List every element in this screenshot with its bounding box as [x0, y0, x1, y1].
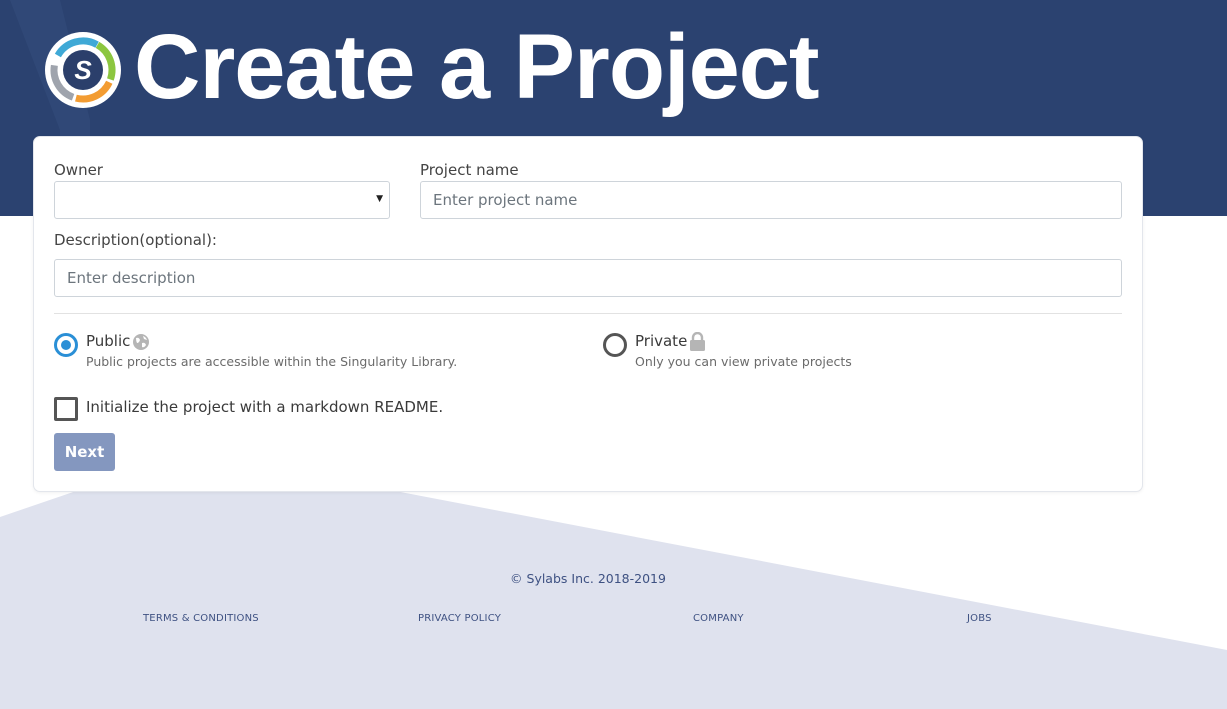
description-input[interactable]: [54, 259, 1122, 297]
create-project-card: Owner ▼ Project name Description(optiona…: [33, 136, 1143, 492]
lock-icon: [690, 332, 705, 351]
private-label: Private: [635, 332, 688, 350]
chevron-down-icon: ▼: [376, 194, 383, 204]
description-label: Description(optional):: [54, 231, 217, 249]
project-name-input[interactable]: [420, 181, 1122, 219]
footer-link-privacy[interactable]: PRIVACY POLICY: [418, 613, 501, 624]
owner-label: Owner: [54, 161, 103, 179]
copyright: © Sylabs Inc. 2018-2019: [510, 571, 666, 586]
logo-letter: S: [74, 55, 92, 85]
footer-link-company[interactable]: COMPANY: [693, 613, 744, 624]
public-radio[interactable]: [54, 333, 78, 357]
sylabs-logo-icon: S: [45, 32, 121, 108]
readme-checkbox[interactable]: [54, 397, 78, 421]
page-title: Create a Project: [134, 16, 820, 118]
footer-link-terms[interactable]: TERMS & CONDITIONS: [143, 613, 259, 624]
globe-icon: [133, 334, 149, 350]
divider: [54, 313, 1122, 314]
footer-link-jobs[interactable]: JOBS: [967, 613, 992, 624]
project-name-label: Project name: [420, 161, 519, 179]
readme-label: Initialize the project with a markdown R…: [86, 398, 444, 416]
public-label: Public: [86, 332, 131, 350]
public-description: Public projects are accessible within th…: [86, 354, 458, 369]
private-description: Only you can view private projects: [635, 354, 852, 369]
next-button[interactable]: Next: [54, 433, 115, 471]
private-radio[interactable]: [603, 333, 627, 357]
owner-select[interactable]: ▼: [54, 181, 390, 219]
